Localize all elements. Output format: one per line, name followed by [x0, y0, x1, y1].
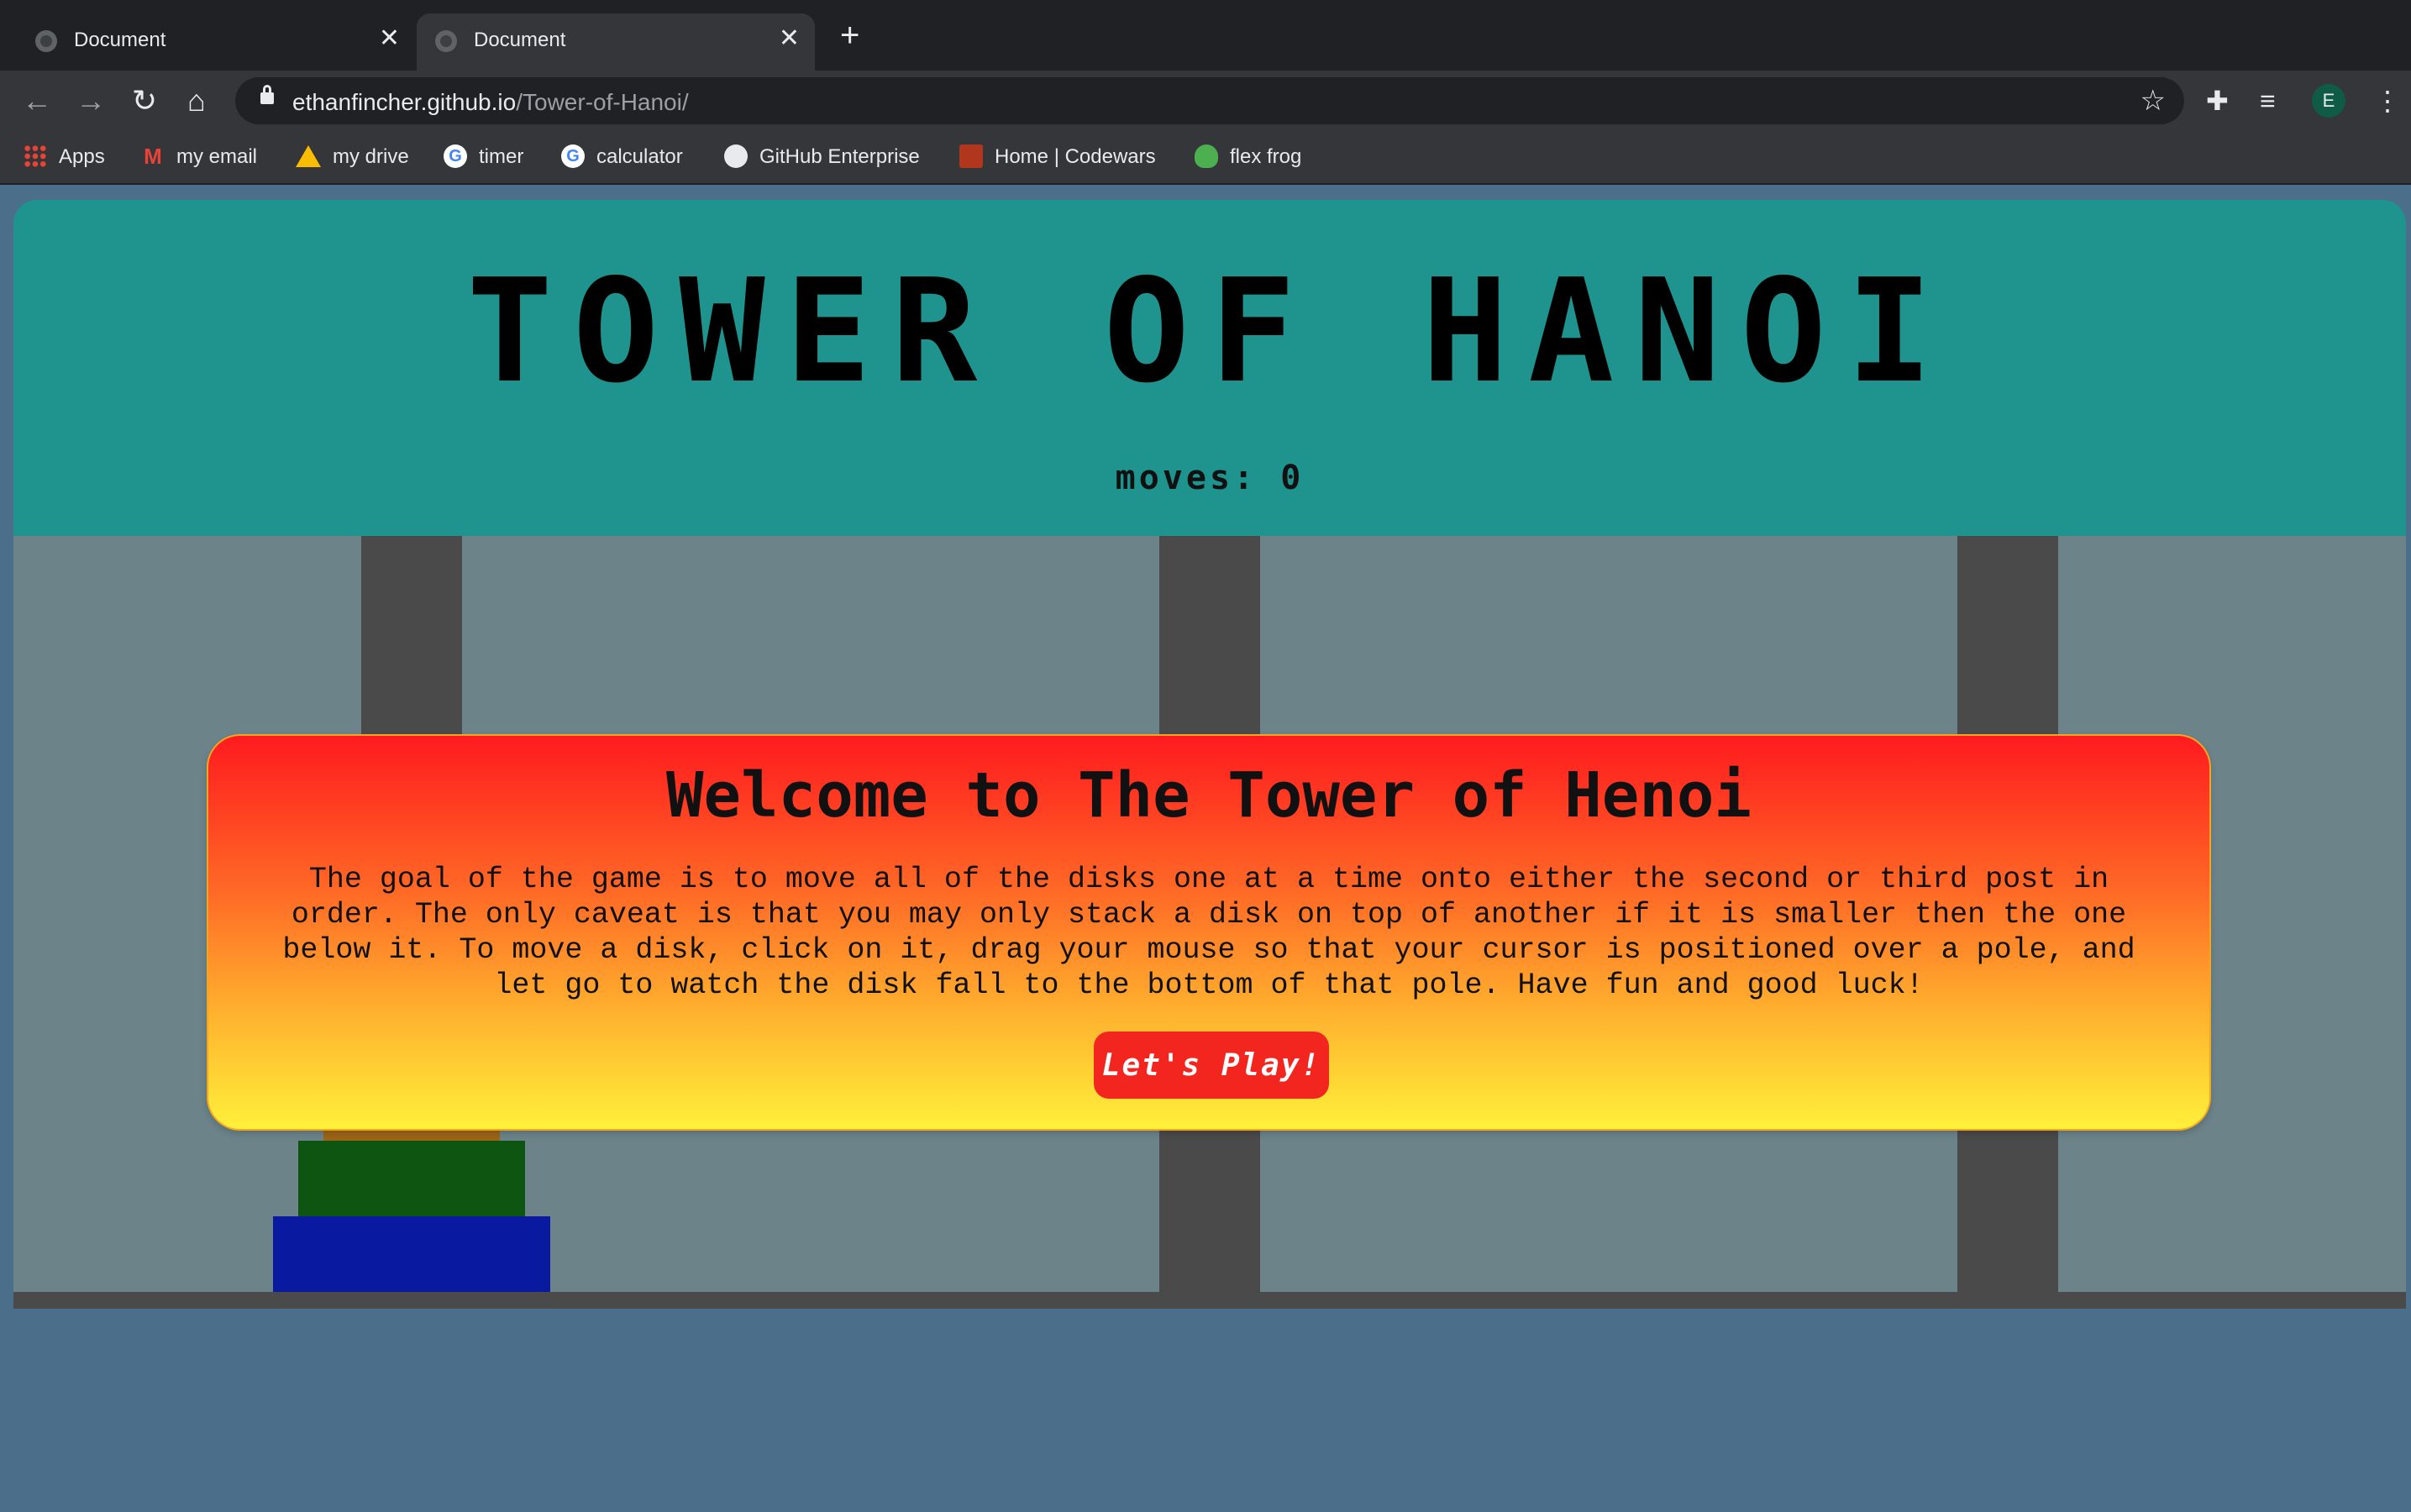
bookmark-flex-frog[interactable]: flex frog — [1195, 144, 1301, 170]
url-text: ethanfincher.github.io/Tower-of-Hanoi/ — [292, 89, 689, 115]
bookmark-apps[interactable]: Apps — [24, 144, 105, 170]
page-body: TOWER OF HANOI moves: 0 Welcome to The T… — [0, 185, 2411, 1512]
tab-strip: Document ✕ Document ✕ + — [0, 0, 2411, 71]
disk-largest[interactable] — [273, 1216, 550, 1292]
bookmark-timer[interactable]: Gtimer — [444, 144, 523, 170]
apps-icon — [24, 144, 47, 168]
reload-icon[interactable]: ↻ — [126, 82, 163, 119]
bookmark-my-email[interactable]: Mmy email — [141, 144, 257, 170]
bookmarks-bar: Apps Mmy email my drive Gtimer Gcalculat… — [0, 131, 2411, 185]
game-title: TOWER OF HANOI — [466, 249, 1953, 415]
close-icon[interactable]: ✕ — [779, 24, 800, 53]
forward-arrow-icon[interactable]: → — [72, 82, 109, 119]
close-icon[interactable]: ✕ — [379, 24, 400, 53]
modal-instructions: The goal of the game is to move all of t… — [282, 863, 2135, 1002]
globe-icon — [35, 30, 57, 52]
bookmark-my-drive[interactable]: my drive — [296, 144, 409, 170]
address-bar[interactable]: ethanfincher.github.io/Tower-of-Hanoi/ ☆ — [235, 77, 2184, 124]
bookmark-calculator[interactable]: Gcalculator — [561, 144, 683, 170]
codewars-icon — [959, 144, 983, 168]
lets-play-button[interactable]: Let's Play! — [1094, 1032, 1329, 1099]
github-icon — [724, 144, 748, 168]
browser-tab[interactable]: Document ✕ — [17, 13, 415, 71]
bookmark-star-icon[interactable]: ☆ — [2140, 84, 2166, 118]
bookmark-codewars[interactable]: Home | Codewars — [959, 144, 1156, 170]
browser-tab-active[interactable]: Document ✕ — [417, 13, 815, 71]
back-arrow-icon[interactable]: ← — [18, 82, 55, 119]
disk-large[interactable] — [298, 1141, 525, 1216]
moves-value: 0 — [1280, 459, 1305, 497]
board-base — [13, 1292, 2406, 1309]
moves-label: moves: — [1115, 459, 1258, 497]
lock-icon — [260, 85, 274, 104]
new-tab-button[interactable]: + — [840, 18, 859, 52]
tab-title: Document — [74, 29, 166, 51]
modal-title: Welcome to The Tower of Henoi — [665, 759, 1752, 832]
welcome-modal: Welcome to The Tower of Henoi The goal o… — [207, 734, 2211, 1131]
bookmark-github-enterprise[interactable]: GitHub Enterprise — [724, 144, 920, 170]
gmail-icon: M — [144, 143, 162, 169]
frog-icon — [1195, 144, 1218, 168]
game-header: TOWER OF HANOI moves: 0 — [13, 200, 2406, 536]
media-queue-icon[interactable]: ≡ — [2260, 86, 2276, 116]
extensions-icon[interactable]: ✚ — [2206, 86, 2229, 116]
menu-kebab-icon[interactable]: ⋮ — [2374, 86, 2401, 116]
globe-icon — [435, 30, 457, 52]
google-icon: G — [561, 144, 585, 168]
home-icon[interactable]: ⌂ — [178, 82, 215, 119]
moves-counter: moves: 0 — [13, 459, 2406, 497]
profile-avatar[interactable]: E — [2312, 84, 2345, 118]
google-icon: G — [444, 144, 467, 168]
tab-title: Document — [474, 29, 566, 51]
browser-toolbar: ← → ↻ ⌂ ethanfincher.github.io/Tower-of-… — [0, 71, 2411, 131]
drive-icon — [296, 144, 321, 167]
